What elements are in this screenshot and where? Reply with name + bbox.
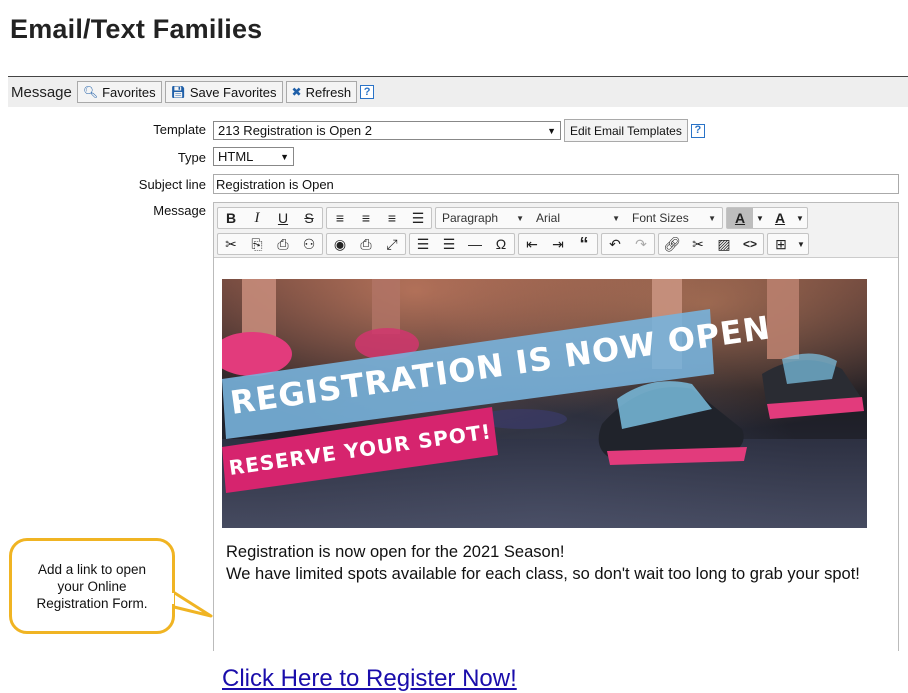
callout-line-1: Add a link to open — [37, 561, 147, 577]
registration-banner-image: REGISTRATION IS NOW OPEN RESERVE YOUR SP… — [222, 279, 867, 528]
link-icon[interactable]: 🔗︎ — [659, 234, 685, 254]
font-size-dropdown[interactable]: Font Sizes ▼ — [626, 208, 722, 228]
redo-icon[interactable]: ↷ — [628, 234, 654, 254]
refresh-icon: ✖ — [291, 85, 302, 99]
chevron-down-icon: ▼ — [547, 125, 556, 136]
align-center-icon[interactable]: ≡ — [353, 208, 379, 228]
help-icon[interactable]: ? — [690, 123, 705, 138]
callout-bubble: Add a link to open your Online Registrat… — [9, 538, 175, 634]
source-code-icon[interactable]: <> — [737, 234, 763, 254]
special-character-icon[interactable]: Ω — [488, 234, 514, 254]
message-body-text: Registration is now open for the 2021 Se… — [226, 541, 860, 585]
table-icon[interactable]: ⊞ — [768, 234, 794, 254]
horizontal-rule-icon[interactable]: — — [462, 234, 488, 254]
refresh-button[interactable]: ✖ Refresh — [285, 81, 358, 103]
template-select[interactable]: 213 Registration is Open 2 ▼ — [213, 121, 561, 140]
editor-content[interactable]: REGISTRATION IS NOW OPEN RESERVE YOUR SP… — [214, 258, 898, 692]
chevron-down-icon: ▼ — [708, 213, 716, 223]
save-favorites-button[interactable]: 💾︎ Save Favorites — [164, 81, 283, 103]
register-now-link[interactable]: Click Here to Register Now! — [222, 665, 517, 693]
chevron-down-icon[interactable]: ▼ — [793, 208, 807, 228]
fullscreen-icon[interactable]: ⤢ — [379, 234, 405, 254]
bold-icon[interactable]: B — [218, 208, 244, 228]
undo-icon[interactable]: ↶ — [602, 234, 628, 254]
bullet-list-icon[interactable]: ☰ — [410, 234, 436, 254]
message-label: Message — [153, 203, 206, 218]
align-justify-icon[interactable]: ☰ — [405, 208, 431, 228]
unlink-icon[interactable]: ✂ — [685, 234, 711, 254]
chevron-down-icon[interactable]: ▼ — [753, 208, 767, 228]
paste-icon[interactable]: ⎙ — [270, 234, 296, 254]
subject-line-input[interactable]: Registration is Open — [213, 174, 899, 194]
template-select-value: 213 Registration is Open 2 — [218, 123, 372, 138]
editor-toolbar: B I U S ≡ ≡ ≡ ☰ Paragraph ▼ Arial ▼ Font… — [214, 203, 898, 258]
font-size-dropdown-value: Font Sizes — [632, 211, 689, 225]
italic-icon[interactable]: I — [244, 208, 270, 228]
search-icon: 🔍︎ — [82, 85, 99, 99]
align-left-icon[interactable]: ≡ — [327, 208, 353, 228]
message-line-1: Registration is now open for the 2021 Se… — [226, 543, 565, 561]
type-select[interactable]: HTML ▼ — [213, 147, 294, 166]
template-label: Template — [153, 122, 206, 137]
text-color-icon[interactable]: A — [767, 208, 793, 228]
print-icon[interactable]: ⎙ — [353, 234, 379, 254]
chevron-down-icon[interactable]: ▼ — [794, 234, 808, 254]
strikethrough-icon[interactable]: S — [296, 208, 322, 228]
message-toolbar-label: Message — [11, 83, 72, 101]
save-favorites-button-label: Save Favorites — [189, 84, 277, 100]
floppy-disk-icon: 💾︎ — [170, 85, 186, 99]
type-label: Type — [177, 150, 206, 165]
blockquote-icon[interactable]: “ — [571, 234, 597, 254]
callout-line-3: Registration Form. — [36, 595, 148, 611]
find-icon[interactable]: ⚇ — [296, 234, 322, 254]
font-family-dropdown-value: Arial — [536, 211, 561, 225]
message-editor[interactable]: B I U S ≡ ≡ ≡ ☰ Paragraph ▼ Arial ▼ Font… — [213, 202, 899, 692]
indent-icon[interactable]: ⇥ — [545, 234, 571, 254]
cut-icon[interactable]: ✂ — [218, 234, 244, 254]
preview-icon[interactable]: ◉ — [327, 234, 353, 254]
underline-icon[interactable]: U — [270, 208, 296, 228]
favorites-button-label: Favorites — [102, 84, 156, 100]
format-dropdown[interactable]: Paragraph ▼ — [436, 208, 530, 228]
banner-artwork: REGISTRATION IS NOW OPEN RESERVE YOUR SP… — [222, 279, 867, 528]
page-title: Email/Text Families — [10, 14, 263, 44]
type-select-value: HTML — [218, 149, 254, 164]
chevron-down-icon: ▼ — [516, 213, 524, 223]
numbered-list-icon[interactable]: ☰ — [436, 234, 462, 254]
favorites-button[interactable]: 🔍︎ Favorites — [76, 81, 162, 103]
help-icon[interactable]: ? — [360, 85, 375, 99]
align-right-icon[interactable]: ≡ — [379, 208, 405, 228]
chevron-down-icon: ▼ — [280, 151, 289, 162]
subject-line-label: Subject line — [138, 177, 206, 192]
message-toolbar: Message 🔍︎ Favorites 💾︎ Save Favorites ✖… — [8, 76, 908, 107]
format-dropdown-value: Paragraph — [442, 211, 499, 225]
outdent-icon[interactable]: ⇤ — [519, 234, 545, 254]
copy-icon[interactable]: ⎘ — [244, 234, 270, 254]
refresh-button-label: Refresh — [305, 84, 352, 100]
edit-email-templates-button[interactable]: Edit Email Templates — [564, 119, 688, 142]
chevron-down-icon: ▼ — [612, 213, 620, 223]
message-line-2: We have limited spots available for each… — [226, 565, 860, 583]
callout-line-2: your Online — [57, 578, 127, 594]
background-color-icon[interactable]: A — [727, 208, 753, 228]
font-family-dropdown[interactable]: Arial ▼ — [530, 208, 626, 228]
image-icon[interactable]: ▨ — [711, 234, 737, 254]
